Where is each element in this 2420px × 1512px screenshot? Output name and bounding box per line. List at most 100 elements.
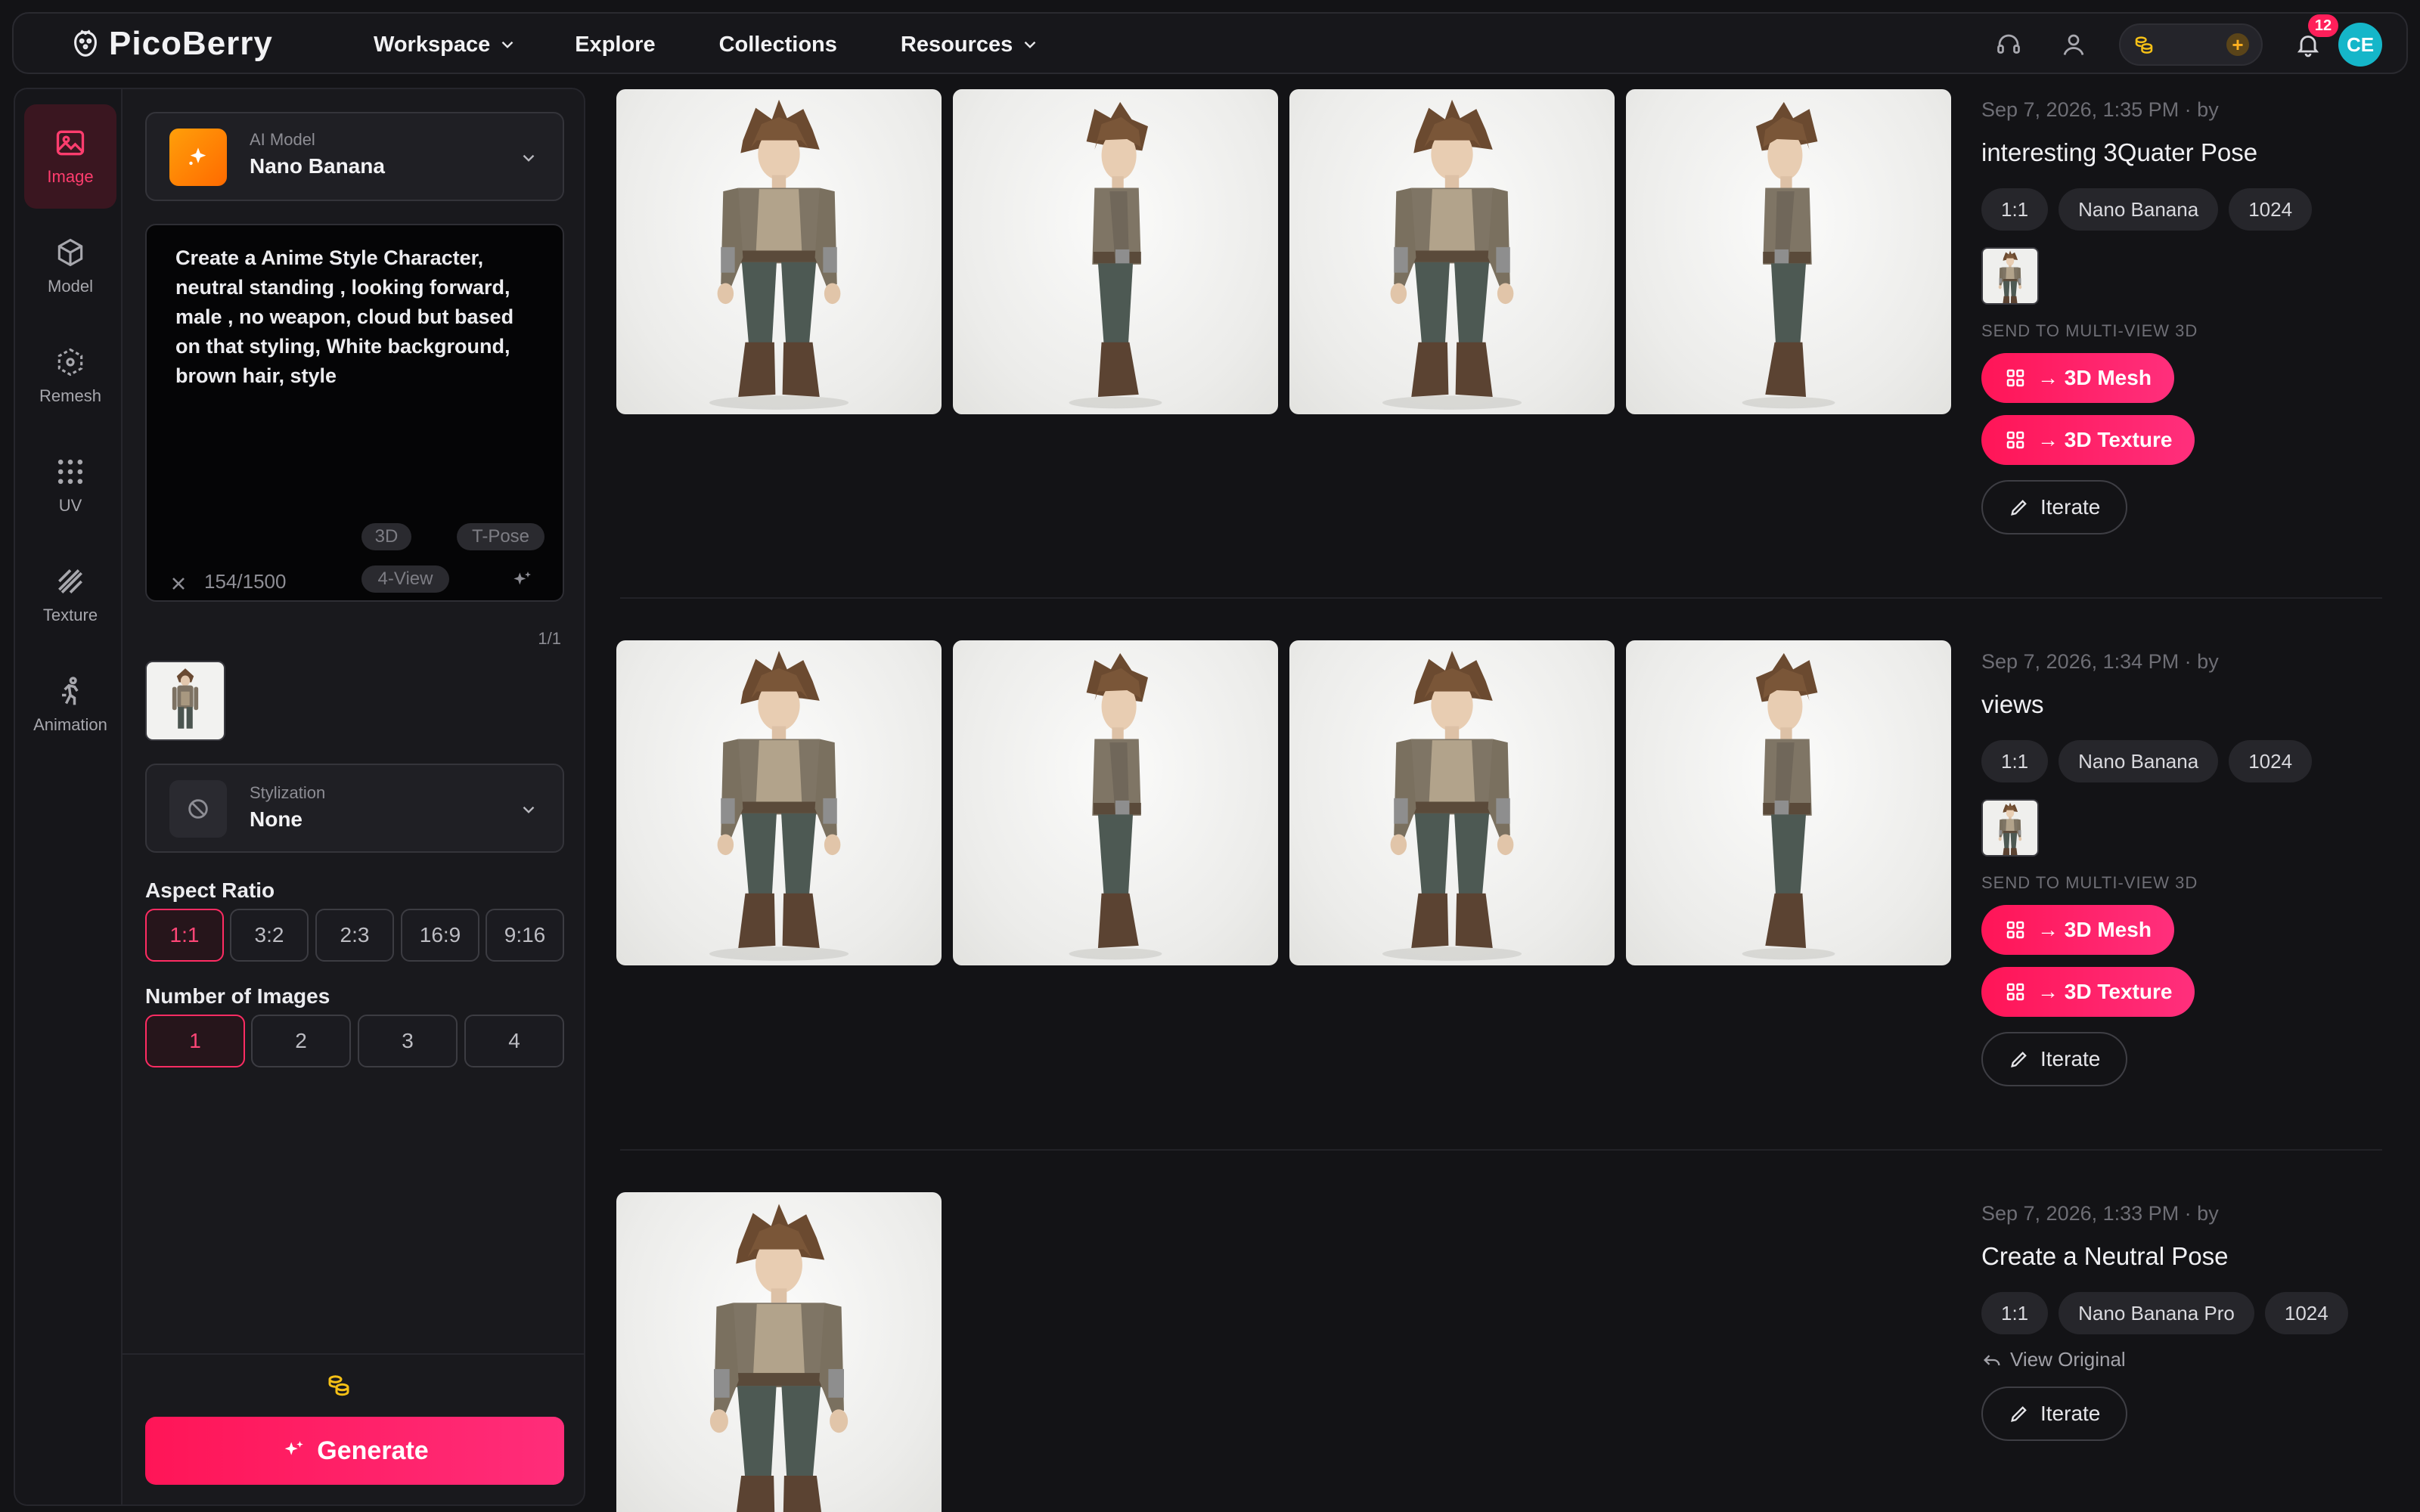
stylization-value: None bbox=[250, 807, 302, 831]
result-title: Create a Neutral Pose bbox=[1981, 1242, 2229, 1270]
coins-icon bbox=[2135, 36, 2153, 54]
sparkle-icon bbox=[284, 1441, 304, 1455]
user-avatar[interactable]: CE bbox=[2338, 23, 2382, 67]
result-separator bbox=[620, 1149, 2382, 1151]
num-images-option-4[interactable]: 4 bbox=[464, 1015, 564, 1067]
texture-icon bbox=[58, 569, 82, 593]
result-reference-thumbnail[interactable] bbox=[1981, 247, 2039, 305]
aspect-option-3-2[interactable]: 3:2 bbox=[230, 909, 309, 962]
tag-size: 1024 bbox=[2229, 740, 2313, 782]
pencil-icon bbox=[2011, 500, 2027, 516]
nav-workspace[interactable]: Workspace bbox=[374, 33, 517, 57]
add-credits-button[interactable]: + bbox=[2226, 33, 2249, 56]
ai-model-select[interactable]: AI Model Nano Banana bbox=[145, 112, 564, 201]
character-thumbnail bbox=[172, 668, 199, 729]
send-3d-mesh-label: → 3D Mesh bbox=[2037, 366, 2152, 389]
nav-resources[interactable]: Resources bbox=[901, 33, 1040, 57]
num-images-option-1[interactable]: 1 bbox=[145, 1015, 245, 1067]
credits-pill[interactable]: + bbox=[2119, 23, 2263, 66]
header-tools: + 12 CE bbox=[1993, 14, 2382, 76]
stylization-select[interactable]: Stylization None bbox=[145, 764, 564, 853]
send-3d-texture-button[interactable]: → 3D Texture bbox=[1981, 415, 2195, 465]
result-title: views bbox=[1981, 690, 2044, 718]
notifications-bell-icon[interactable]: 12 bbox=[2293, 14, 2338, 60]
rail-item-remesh[interactable]: Remesh bbox=[24, 324, 116, 428]
berry-logo-icon bbox=[74, 29, 97, 57]
send-to-multiview-label: SEND TO MULTI-VIEW 3D bbox=[1981, 321, 2198, 340]
grid-squares-icon bbox=[2006, 431, 2024, 449]
rail-item-texture[interactable]: Texture bbox=[24, 543, 116, 647]
chip-4-view[interactable]: 4-View bbox=[361, 565, 449, 593]
view-original-link[interactable]: View Original bbox=[1981, 1348, 2375, 1371]
result-tags: 1:1 Nano Banana 1024 bbox=[1981, 740, 2375, 782]
result-separator bbox=[620, 597, 2382, 599]
rail-item-label: UV bbox=[58, 496, 82, 515]
profile-icon[interactable] bbox=[2059, 29, 2089, 60]
send-3d-mesh-button[interactable]: → 3D Mesh bbox=[1981, 353, 2174, 403]
aspect-option-9-16[interactable]: 9:16 bbox=[486, 909, 564, 962]
nav-explore[interactable]: Explore bbox=[575, 33, 655, 57]
chevron-down-icon bbox=[501, 41, 513, 48]
ai-model-label: AI Model bbox=[250, 130, 315, 149]
generate-label: Generate bbox=[317, 1436, 429, 1465]
cube-icon bbox=[57, 238, 83, 267]
result-3-image-front[interactable] bbox=[616, 1192, 942, 1512]
coins-icon bbox=[328, 1375, 349, 1396]
main-nav: Workspace Explore Collections Resources bbox=[361, 14, 1040, 76]
view-original-label: View Original bbox=[2010, 1348, 2126, 1371]
aspect-option-16-9[interactable]: 16:9 bbox=[401, 909, 479, 962]
rail-item-image[interactable]: Image bbox=[24, 104, 116, 209]
num-images-title: Number of Images bbox=[145, 984, 330, 1008]
result-1-image-front[interactable] bbox=[616, 89, 942, 414]
prompt-text[interactable]: Create a Anime Style Character, neutral … bbox=[175, 243, 531, 391]
result-1-image-side-r[interactable] bbox=[1626, 89, 1951, 414]
rail-item-model[interactable]: Model bbox=[24, 214, 116, 318]
pencil-icon bbox=[2011, 1406, 2027, 1422]
aspect-option-2-3[interactable]: 2:3 bbox=[315, 909, 394, 962]
chip-t-pose[interactable]: T-Pose bbox=[457, 523, 544, 550]
generate-button[interactable]: Generate bbox=[145, 1417, 564, 1485]
reference-image-thumbnail[interactable] bbox=[145, 661, 225, 741]
prompt-char-counter: 154/1500 bbox=[204, 570, 287, 593]
result-date: Sep 7, 2026, 1:35 PM · by bbox=[1981, 98, 2219, 121]
top-bar: PicoBerry Workspace Explore Collections … bbox=[12, 12, 2408, 74]
clear-prompt-icon[interactable] bbox=[168, 573, 189, 594]
chevron-down-icon bbox=[523, 154, 535, 162]
aspect-option-1-1[interactable]: 1:1 bbox=[145, 909, 224, 962]
rail-item-label: Texture bbox=[42, 606, 98, 624]
result-2-image-side[interactable] bbox=[953, 640, 1278, 965]
num-images-option-2[interactable]: 2 bbox=[251, 1015, 351, 1067]
result-2-image-back[interactable] bbox=[1289, 640, 1615, 965]
iterate-button[interactable]: Iterate bbox=[1981, 480, 2128, 534]
chevron-down-icon bbox=[523, 806, 535, 813]
result-2-image-side-r[interactable] bbox=[1626, 640, 1951, 965]
iterate-label: Iterate bbox=[2040, 495, 2101, 519]
rail-item-label: Animation bbox=[33, 715, 107, 734]
chip-3d[interactable]: 3D bbox=[361, 523, 411, 550]
result-1-image-back[interactable] bbox=[1289, 89, 1615, 414]
iterate-label: Iterate bbox=[2040, 1402, 2101, 1425]
iterate-button[interactable]: Iterate bbox=[1981, 1032, 2128, 1086]
rail-item-uv[interactable]: UV bbox=[24, 433, 116, 538]
tag-size: 1024 bbox=[2264, 1292, 2348, 1334]
tag-model: Nano Banana Pro bbox=[2059, 1292, 2254, 1334]
nav-explore-label: Explore bbox=[575, 32, 656, 57]
result-1-image-side[interactable] bbox=[953, 89, 1278, 414]
send-3d-mesh-button[interactable]: → 3D Mesh bbox=[1981, 905, 2174, 955]
none-icon bbox=[169, 780, 227, 838]
send-3d-texture-button[interactable]: → 3D Texture bbox=[1981, 967, 2195, 1017]
iterate-button[interactable]: Iterate bbox=[1981, 1387, 2128, 1441]
chevron-down-icon bbox=[1024, 41, 1036, 48]
rail-item-label: Model bbox=[48, 277, 93, 296]
result-2-image-front[interactable] bbox=[616, 640, 942, 965]
support-headset-icon[interactable] bbox=[1993, 29, 2024, 60]
remesh-icon bbox=[57, 348, 83, 376]
nav-collections[interactable]: Collections bbox=[719, 33, 837, 57]
num-images-option-3[interactable]: 3 bbox=[358, 1015, 458, 1067]
logo[interactable]: PicoBerry bbox=[68, 23, 273, 65]
enhance-prompt-sparkle-icon[interactable] bbox=[510, 569, 534, 593]
result-reference-thumbnail[interactable] bbox=[1981, 799, 2039, 857]
rail-item-animation[interactable]: Animation bbox=[24, 652, 116, 757]
prompt-textarea[interactable]: Create a Anime Style Character, neutral … bbox=[145, 224, 564, 602]
send-3d-texture-label: → 3D Texture bbox=[2037, 980, 2173, 1003]
